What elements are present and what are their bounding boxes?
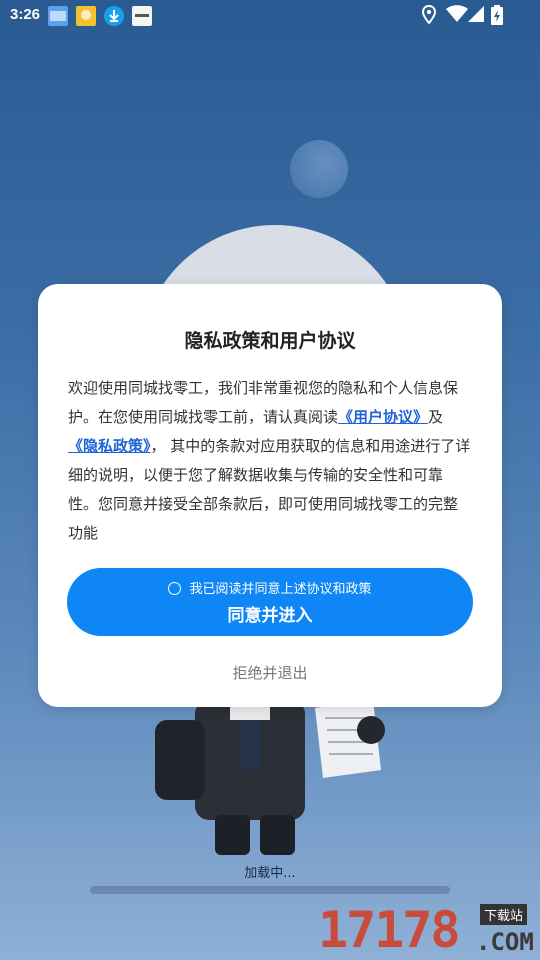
- screen: 3:26 加载中... 17178 下载站 .COM 隐私政策和用户协议 欢迎使…: [0, 0, 540, 960]
- loading-progress-bar: [90, 886, 450, 894]
- loading-text: 加载中...: [244, 866, 296, 881]
- watermark-logo: 17178 下载站 .COM: [318, 900, 540, 960]
- watermark-tag: 下载站: [480, 904, 528, 925]
- app-icon: [76, 6, 96, 26]
- watermark-suffix: .COM: [476, 928, 534, 956]
- dialog-title: 隐私政策和用户协议: [184, 330, 356, 352]
- dialog-body: 欢迎使用同城找零工，我们非常重视您的隐私和个人信息保护。在您使用同城找零工前，请…: [68, 374, 472, 548]
- app-icon: [132, 6, 152, 26]
- wifi-icon: [446, 5, 468, 22]
- agree-button[interactable]: 我已阅读并同意上述协议和政策 同意并进入: [67, 568, 473, 636]
- location-icon: [421, 5, 437, 25]
- status-bar: 3:26: [0, 0, 540, 32]
- checkbox-circle-icon[interactable]: [168, 582, 182, 595]
- and-text: 及: [428, 408, 444, 426]
- privacy-dialog: 隐私政策和用户协议 欢迎使用同城找零工，我们非常重视您的隐私和个人信息保护。在您…: [38, 284, 502, 707]
- status-time: 3:26: [10, 6, 41, 23]
- small-moon-decoration: [290, 140, 348, 198]
- decline-button[interactable]: 拒绝并退出: [38, 662, 502, 683]
- signal-icon: [468, 6, 484, 22]
- agree-checkbox-label: 我已阅读并同意上述协议和政策: [189, 582, 372, 597]
- download-icon: [104, 6, 124, 26]
- agree-checkbox-row[interactable]: 我已阅读并同意上述协议和政策: [67, 578, 473, 597]
- agree-button-label: 同意并进入: [227, 606, 313, 626]
- app-icon: [48, 6, 68, 26]
- mascot-illustration: [155, 700, 385, 855]
- battery-charging-icon: [491, 5, 503, 25]
- user-agreement-link[interactable]: 《用户协议》: [338, 408, 428, 426]
- watermark-number: 17178: [318, 901, 461, 959]
- privacy-policy-link[interactable]: 《隐私政策》: [68, 437, 151, 455]
